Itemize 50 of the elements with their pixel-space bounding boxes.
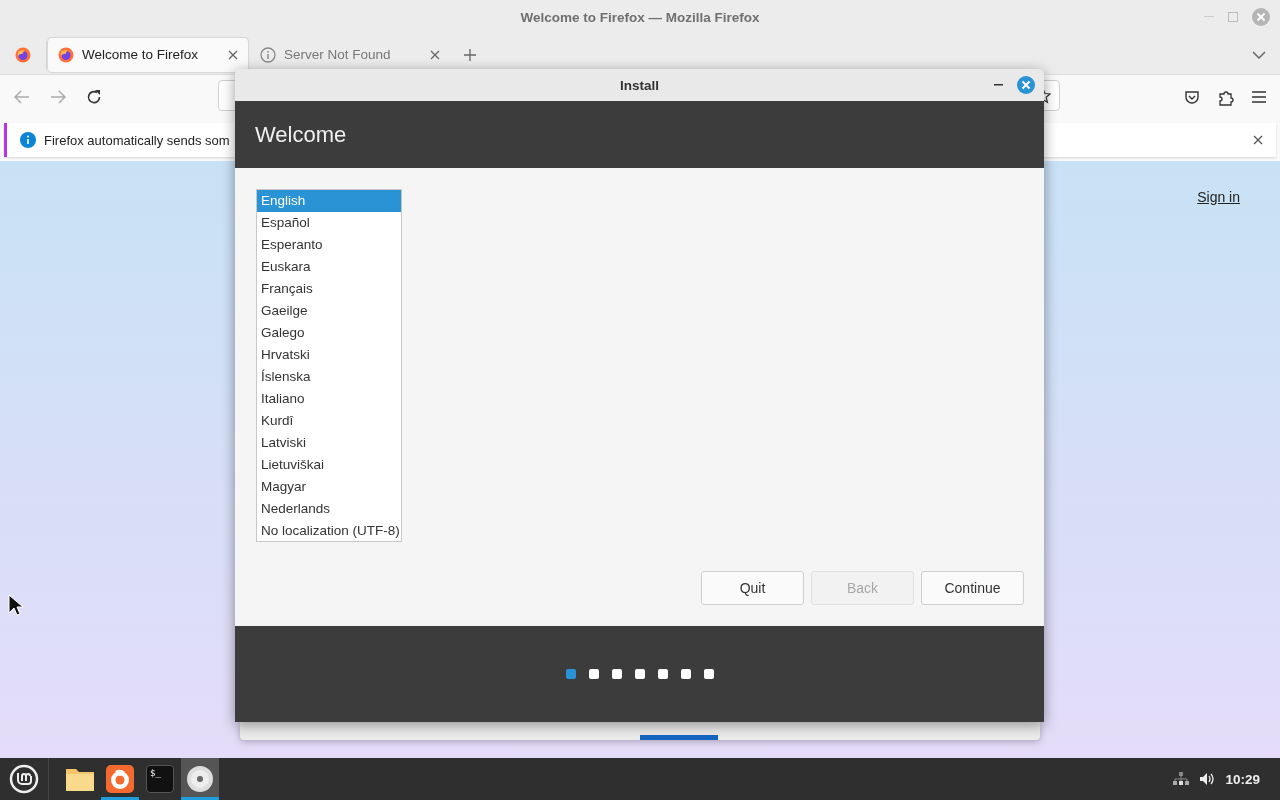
clock: 10:29 [1225,771,1260,787]
chevron-down-icon[interactable] [1252,50,1266,59]
language-item[interactable]: Euskara [257,256,401,278]
taskbar-app[interactable] [181,758,219,800]
new-tab-icon[interactable] [464,48,476,61]
language-item[interactable]: Galego [257,322,401,344]
pocket-icon[interactable] [1184,89,1200,105]
info-icon [20,132,36,148]
terminal-icon: $_ [146,765,174,793]
notification-text: Firefox automatically sends som [44,132,230,148]
info-icon [260,46,276,63]
minimize-icon[interactable] [994,84,1003,86]
language-item[interactable]: Íslenska [257,366,401,388]
language-item[interactable]: Lietuviškai [257,454,401,476]
language-item[interactable]: Latviski [257,432,401,454]
close-icon[interactable] [1017,76,1035,94]
start-menu-icon[interactable] [9,764,39,794]
close-icon[interactable] [228,49,238,60]
reload-icon[interactable] [86,89,102,105]
dialog-button[interactable]: Quit [701,571,804,605]
firefox-icon [58,46,74,63]
language-item[interactable]: Español [257,212,401,234]
browser-tab[interactable]: Server Not Found [250,37,450,72]
folder-icon [65,766,95,792]
volume-icon[interactable] [1199,772,1216,786]
language-item[interactable]: Italiano [257,388,401,410]
language-item[interactable]: Hrvatski [257,344,401,366]
language-item[interactable]: No localization (UTF-8) [257,520,401,542]
puzzle-icon[interactable] [1218,88,1234,106]
pointer-icon [8,594,24,616]
network-icon[interactable] [1173,772,1190,786]
language-item[interactable]: Kurdî [257,410,401,432]
language-item[interactable]: Gaeilge [257,300,401,322]
close-icon[interactable] [430,49,440,60]
firefox-view-icon [15,46,31,63]
dialog-button[interactable]: Continue [921,571,1024,605]
language-item[interactable]: Nederlands [257,498,401,520]
language-item[interactable]: Esperanto [257,234,401,256]
language-item[interactable]: Français [257,278,401,300]
menu-icon[interactable] [1252,91,1266,103]
language-item[interactable]: Magyar [257,476,401,498]
disc-icon [186,765,214,793]
sign-in-link[interactable]: Sign in [1197,189,1240,207]
close-icon[interactable] [1253,135,1263,145]
browser-tab[interactable]: Welcome to Firefox [48,37,248,72]
taskbar-app[interactable]: $_ [141,758,179,800]
window-title: Welcome to Firefox — Mozilla Firefox [520,10,760,25]
firefox-icon [106,765,134,793]
page-heading: Welcome [255,121,347,148]
dialog-title: Install [620,77,659,93]
